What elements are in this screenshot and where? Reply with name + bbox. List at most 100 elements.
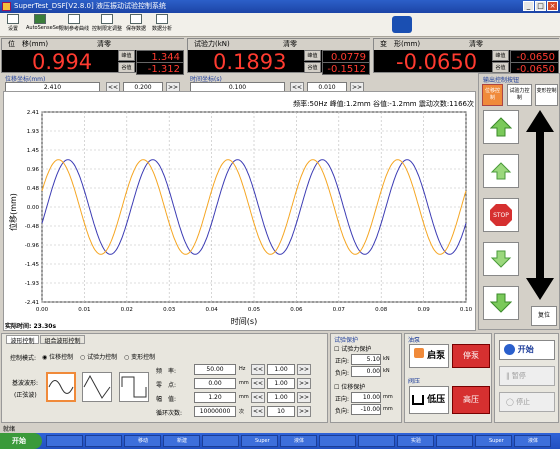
- tab-displacement-control[interactable]: 位移控制: [482, 84, 503, 106]
- param-step-input[interactable]: 1.00: [267, 364, 295, 375]
- valley-label: 谷值: [492, 62, 509, 73]
- app-icon: [2, 2, 11, 11]
- ref-curve-button[interactable]: 限制参考曲线: [57, 14, 91, 36]
- param-value-input[interactable]: 0.00: [194, 378, 236, 389]
- control-mode-label: 控制模式:: [10, 355, 37, 362]
- peak-label: 峰值: [118, 50, 135, 61]
- pause-button[interactable]: ‖ 暂停: [499, 366, 555, 386]
- close-button[interactable]: ×: [547, 1, 558, 11]
- down-fast-button[interactable]: [483, 286, 519, 320]
- param-label: 幅 值:: [156, 396, 177, 403]
- data-analysis-button[interactable]: 数据分析: [150, 14, 174, 36]
- triangle-wave-button[interactable]: [82, 372, 112, 402]
- peak-label: 峰值: [492, 50, 509, 61]
- disp-up-label: 正向:: [335, 396, 350, 403]
- reset-button[interactable]: 复位: [531, 306, 557, 326]
- param-step-input[interactable]: 1.00: [267, 378, 295, 389]
- tab-deformation-control[interactable]: 变形控制: [535, 84, 558, 106]
- save-icon: [130, 14, 142, 24]
- tab-force-control[interactable]: 试验力控制: [507, 84, 532, 106]
- taskbar-task[interactable]: 新建: [163, 435, 200, 447]
- sine-wave-button[interactable]: [46, 372, 76, 402]
- param-step-input[interactable]: 1.00: [267, 392, 295, 403]
- taskbar-task[interactable]: [319, 435, 356, 447]
- clear-button[interactable]: 清零: [469, 39, 483, 50]
- taskbar-task[interactable]: 实验: [397, 435, 434, 447]
- param-inc-button[interactable]: >>: [297, 364, 311, 375]
- param-unit: mm: [239, 394, 249, 400]
- pump-stop-button[interactable]: 停泵: [452, 344, 490, 368]
- low-label: 低压: [427, 395, 446, 405]
- taskbar-task[interactable]: [202, 435, 239, 447]
- y-axis-label: 位移(mm): [8, 193, 18, 231]
- force-down-input[interactable]: 0.00: [351, 366, 381, 377]
- down-button[interactable]: [483, 242, 519, 276]
- param-value-input[interactable]: 10000000: [194, 406, 236, 417]
- taskbar-task[interactable]: [436, 435, 473, 447]
- param-dec-button[interactable]: <<: [251, 378, 265, 389]
- mode-radio-force[interactable]: ○ 试验力控制: [80, 352, 117, 361]
- taskbar-task[interactable]: [46, 435, 83, 447]
- mode-radio-displacement[interactable]: ◉ 位移控制: [42, 352, 73, 361]
- param-value-input[interactable]: 1.20: [194, 392, 236, 403]
- save-data-button[interactable]: 保存数据: [124, 14, 148, 36]
- start-button[interactable]: 开始: [499, 340, 555, 360]
- clear-button[interactable]: 清零: [97, 39, 111, 50]
- arrow-up-icon: [490, 162, 512, 180]
- low-pressure-button[interactable]: 低压: [409, 386, 449, 414]
- param-inc-button[interactable]: >>: [297, 378, 311, 389]
- chart-svg: 频率:50Hz 峰值:1.2mm 谷值:-1.2mm 震动次数:1166次 时间…: [8, 99, 474, 326]
- low-pressure-icon: [412, 394, 424, 405]
- force-up-input[interactable]: 5.10: [351, 354, 381, 365]
- y-tick-label: 1.93: [27, 129, 40, 135]
- wave-label: 基波波形:: [12, 380, 39, 387]
- maximize-button[interactable]: □: [535, 1, 546, 11]
- taskbar-task[interactable]: 液体: [280, 435, 317, 447]
- disp-up-input[interactable]: 10.00: [351, 392, 381, 403]
- taskbar-task[interactable]: 液体: [514, 435, 551, 447]
- square-wave-button[interactable]: [119, 372, 149, 402]
- minimize-button[interactable]: _: [523, 1, 534, 11]
- pump-start-button[interactable]: 启泵: [409, 344, 449, 368]
- clear-button[interactable]: 清零: [283, 39, 297, 50]
- valley-label: 谷值: [304, 62, 321, 73]
- actual-time-label: 实际时间:: [5, 323, 32, 330]
- force-meter: 试验力(kN) 清零 0.1893 峰值 0.0779 谷值 -0.1512: [187, 38, 371, 75]
- param-value-input[interactable]: 50.00: [194, 364, 236, 375]
- settings-button[interactable]: 设置: [3, 14, 23, 36]
- param-dec-button[interactable]: <<: [251, 392, 265, 403]
- side-panel-title: 输出控制按钮: [483, 77, 520, 84]
- disp-protect-checkbox[interactable]: ☐ 位移保护: [334, 382, 365, 391]
- force-protect-checkbox[interactable]: ☐ 试验力保护: [334, 344, 371, 353]
- taskbar-task[interactable]: Super: [241, 435, 278, 447]
- taskbar-task[interactable]: Super: [475, 435, 512, 447]
- valley-label: 谷值: [118, 62, 135, 73]
- stop-run-button[interactable]: ◯ 停止: [499, 392, 555, 412]
- up-button[interactable]: [483, 154, 519, 188]
- stop-button[interactable]: STOP: [483, 198, 519, 232]
- param-inc-button[interactable]: >>: [297, 392, 311, 403]
- mode-radio-deformation[interactable]: ○ 变形控制: [124, 352, 155, 361]
- curve-icon: [68, 14, 80, 24]
- up-fast-button[interactable]: [483, 110, 519, 144]
- param-dec-button[interactable]: <<: [251, 406, 265, 417]
- tab-waveform-control[interactable]: 波形控制: [6, 335, 39, 345]
- tab-combined-waveform[interactable]: 组合波形控制: [40, 335, 85, 345]
- x-tick-label: 0.08: [375, 307, 388, 313]
- param-unit: Hz: [239, 366, 246, 372]
- start-menu-button[interactable]: 开始: [0, 433, 42, 449]
- taskbar-task[interactable]: [85, 435, 122, 447]
- high-pressure-button[interactable]: 高压: [452, 386, 490, 414]
- param-dec-button[interactable]: <<: [251, 364, 265, 375]
- run-panel: 开始 ‖ 暂停 ◯ 停止: [494, 333, 559, 423]
- x-tick-label: 0.01: [78, 307, 90, 313]
- autosense-button[interactable]: AutoSenseSet: [26, 14, 61, 36]
- param-step-input[interactable]: 10: [267, 406, 295, 417]
- param-inc-button[interactable]: >>: [297, 406, 311, 417]
- control-limit-button[interactable]: 控制限定调整: [92, 14, 122, 36]
- taskbar-task[interactable]: 移动: [124, 435, 161, 447]
- taskbar-task[interactable]: [358, 435, 395, 447]
- param-label: 零 点:: [156, 382, 177, 389]
- arrow-up-double-icon: [490, 117, 512, 137]
- disp-down-input[interactable]: -10.00: [351, 404, 381, 415]
